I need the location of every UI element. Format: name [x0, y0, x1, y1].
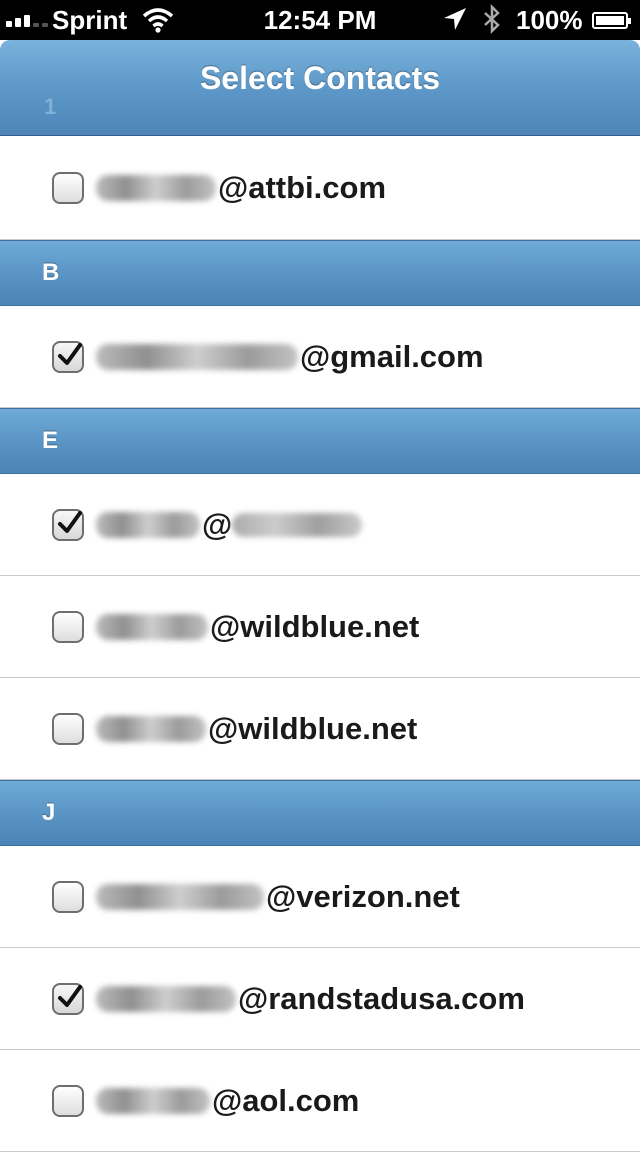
- battery-icon: [592, 12, 631, 29]
- contact-row[interactable]: @wildblue.net: [0, 576, 640, 678]
- section-header-peek: 1: [44, 94, 57, 119]
- page-title: Select Contacts: [199, 60, 441, 96]
- section-header-e: E: [0, 408, 640, 474]
- contact-email: @verizon.net: [96, 879, 460, 915]
- contact-checkbox[interactable]: [52, 508, 84, 541]
- contact-email: @aol.com: [96, 1083, 359, 1119]
- contact-row[interactable]: @wildblue.net: [0, 678, 640, 780]
- contact-row[interactable]: @gmail.com: [0, 306, 640, 408]
- contact-checkbox[interactable]: [52, 880, 84, 913]
- redacted-name: [96, 985, 236, 1012]
- contact-email: @wildblue.net: [96, 609, 419, 645]
- redacted-name: [96, 1087, 210, 1114]
- contact-email: @randstadusa.com: [96, 981, 525, 1017]
- checkmark-icon: [58, 342, 82, 365]
- checkmark-icon: [58, 510, 82, 533]
- section-header-b: B: [0, 240, 640, 306]
- redacted-name: [96, 883, 264, 910]
- status-bar: Sprint 12:54 PM 100%: [0, 0, 640, 40]
- checkmark-icon: [58, 984, 82, 1007]
- contact-email: @wildblue.net: [96, 711, 417, 747]
- location-arrow-icon: [442, 6, 468, 39]
- redacted-name: [96, 613, 208, 640]
- redacted-name: [96, 715, 206, 742]
- contact-email: @: [96, 507, 363, 543]
- navigation-bar: 1 Select Contacts: [0, 40, 640, 136]
- contact-list[interactable]: @attbi.com B @gmail.com E @ @wildblue.ne…: [0, 136, 640, 1152]
- contact-row[interactable]: @: [0, 474, 640, 576]
- contact-checkbox[interactable]: [52, 340, 84, 373]
- contact-checkbox[interactable]: [52, 1084, 84, 1117]
- contact-email: @gmail.com: [96, 339, 484, 375]
- redacted-name: [96, 511, 200, 538]
- contact-row[interactable]: @randstadusa.com: [0, 948, 640, 1050]
- battery-percentage: 100%: [516, 5, 583, 35]
- section-header-j: J: [0, 780, 640, 846]
- contact-email: @attbi.com: [96, 170, 386, 206]
- contact-checkbox[interactable]: [52, 982, 84, 1015]
- contact-row[interactable]: @attbi.com: [0, 136, 640, 240]
- redacted-domain: [232, 512, 363, 537]
- contact-row[interactable]: @aol.com: [0, 1050, 640, 1152]
- contact-checkbox[interactable]: [52, 171, 84, 204]
- contact-row[interactable]: @verizon.net: [0, 846, 640, 948]
- redacted-name: [96, 343, 298, 370]
- contact-checkbox[interactable]: [52, 610, 84, 643]
- contact-checkbox[interactable]: [52, 712, 84, 745]
- bluetooth-icon: [482, 3, 502, 41]
- redacted-name: [96, 174, 216, 201]
